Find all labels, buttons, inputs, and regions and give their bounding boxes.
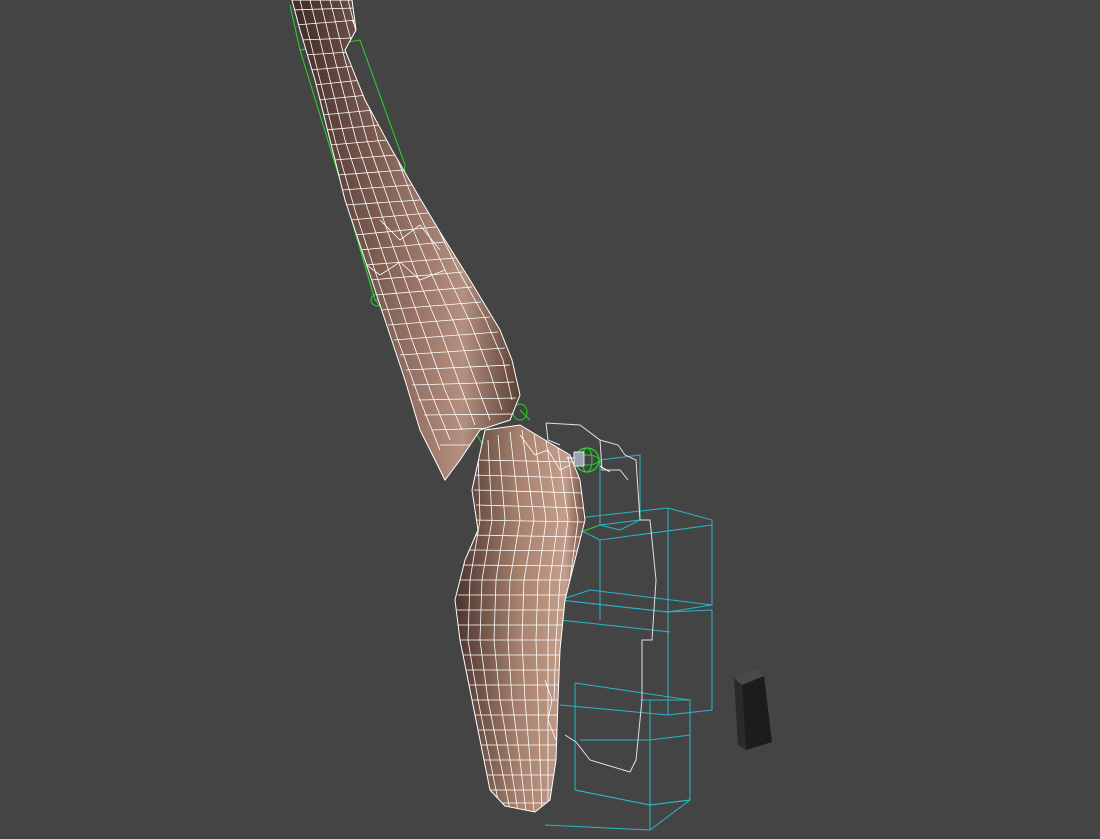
arm-mesh[interactable] <box>290 0 521 481</box>
viewport-canvas[interactable] <box>0 0 1100 839</box>
3d-viewport[interactable] <box>0 0 1100 839</box>
hand-mesh[interactable] <box>454 424 586 813</box>
dummy-box-object[interactable] <box>734 669 772 750</box>
